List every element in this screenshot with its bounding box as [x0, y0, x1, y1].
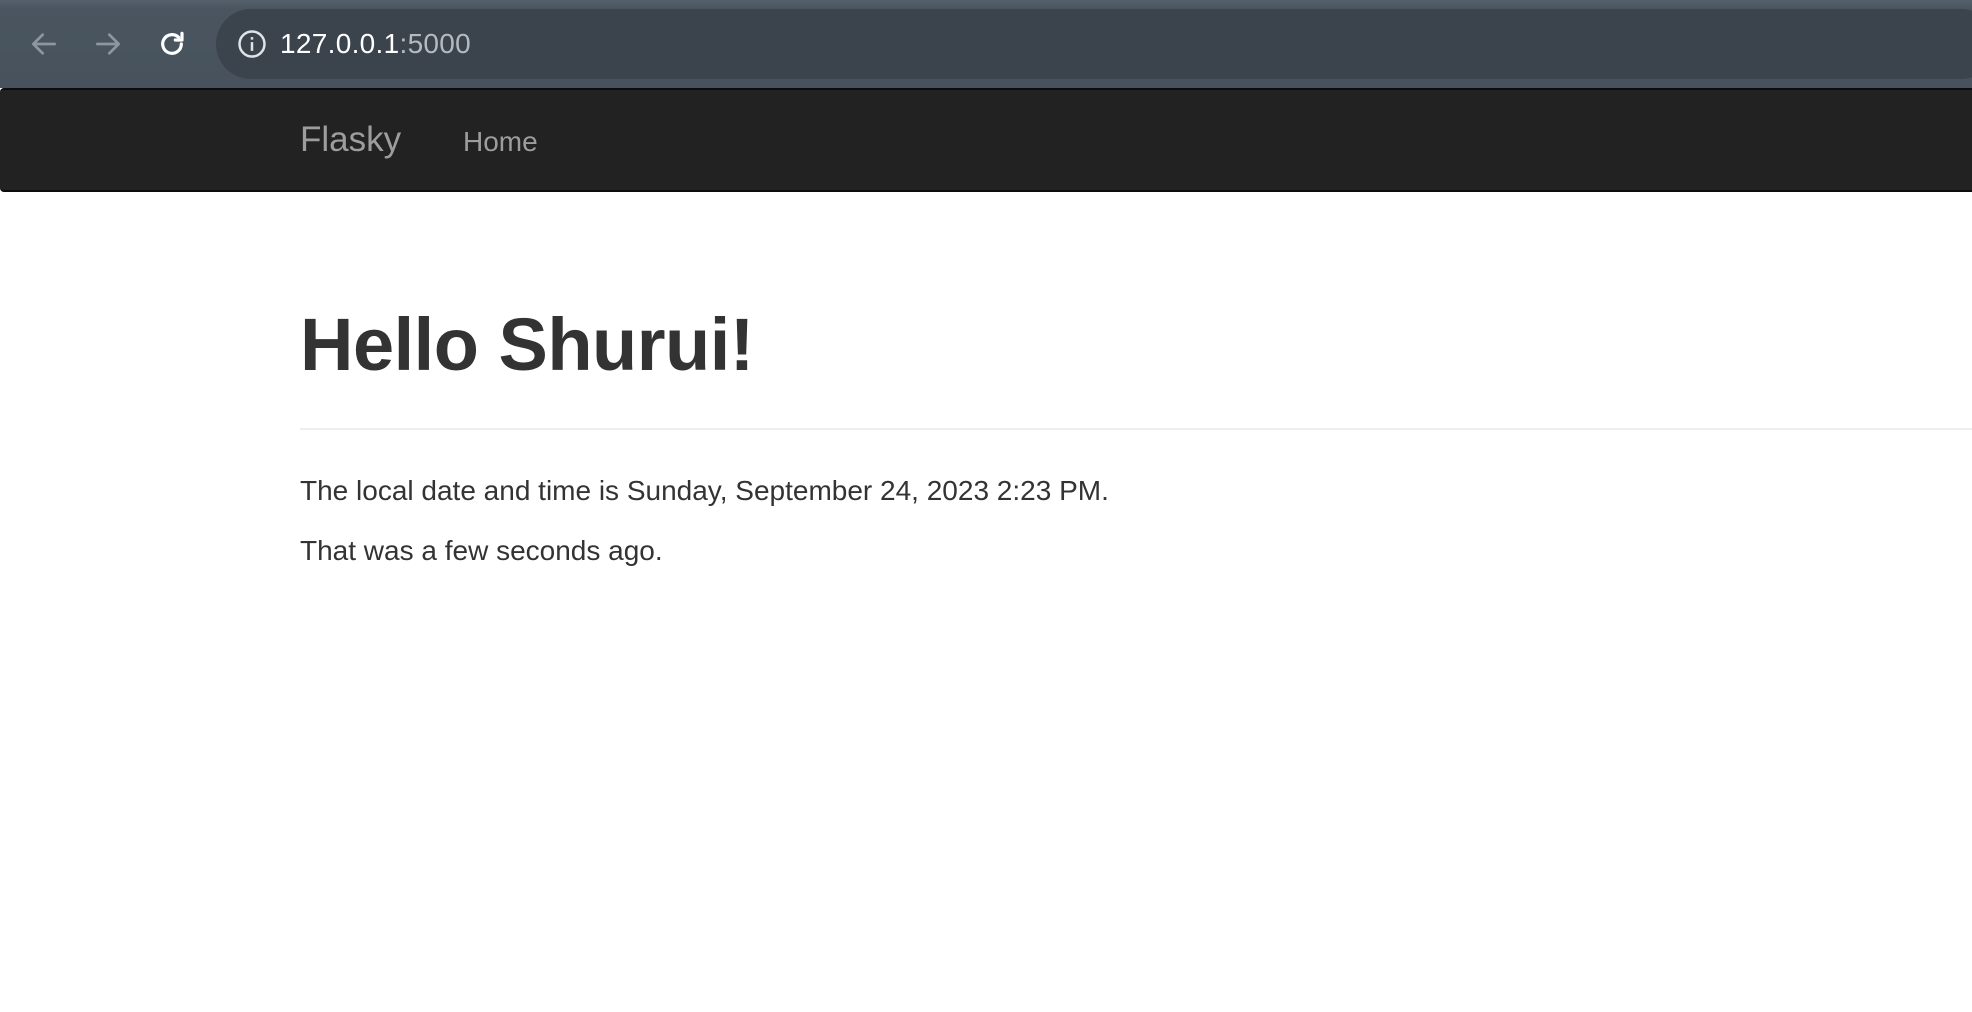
back-button[interactable] — [22, 22, 66, 66]
browser-toolbar: 127.0.0.1:5000 — [0, 0, 1972, 88]
local-datetime-text: The local date and time is Sunday, Septe… — [300, 475, 1109, 506]
url-host: 127.0.0.1 — [280, 28, 400, 59]
url-text: 127.0.0.1:5000 — [280, 28, 471, 60]
arrow-right-icon — [96, 33, 120, 55]
arrow-left-icon — [32, 33, 56, 55]
site-navbar: Flasky Home — [0, 88, 1972, 192]
forward-button[interactable] — [86, 22, 130, 66]
navbar-brand[interactable]: Flasky — [300, 120, 401, 160]
reload-icon — [161, 31, 184, 55]
url-port: :5000 — [399, 28, 472, 59]
header-divider — [300, 428, 1972, 430]
relative-time-text: That was a few seconds ago. — [300, 535, 663, 566]
address-bar[interactable]: 127.0.0.1:5000 — [216, 9, 1972, 79]
info-icon[interactable] — [236, 28, 268, 60]
nav-link-home[interactable]: Home — [463, 126, 538, 158]
page-title: Hello Shurui! — [300, 303, 754, 386]
reload-button[interactable] — [150, 22, 194, 66]
